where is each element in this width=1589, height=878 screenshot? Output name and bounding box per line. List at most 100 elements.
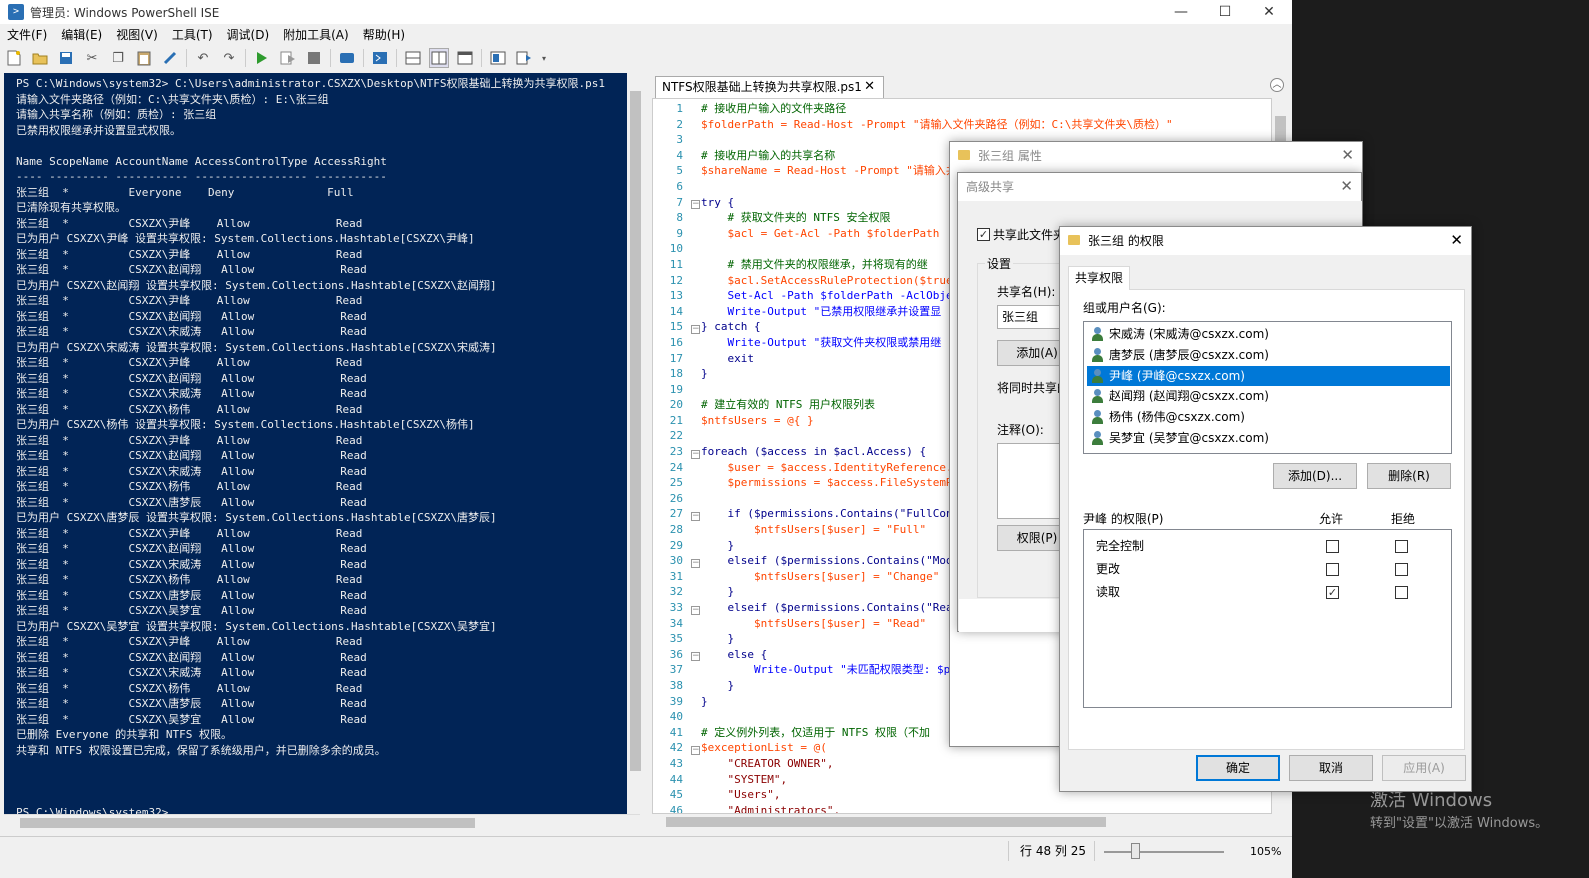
cut-icon[interactable]: ✂ (82, 48, 102, 68)
console-line: 张三组 * CSXZX\杨伟 Allow Read (16, 480, 363, 493)
fold-marker-icon[interactable]: − (691, 200, 700, 209)
line-number: 35 (669, 632, 683, 646)
user-list-item[interactable]: 尹峰 (尹峰@csxzx.com) (1087, 365, 1450, 386)
menu-edit[interactable]: 编辑(E) (54, 26, 109, 44)
maximize-button[interactable]: ☐ (1202, 0, 1248, 24)
copy-icon[interactable]: ❐ (108, 48, 128, 68)
tab-share-permissions[interactable]: 共享权限 (1068, 266, 1130, 290)
user-icon (1091, 410, 1104, 425)
show-commands-icon[interactable] (514, 48, 534, 68)
zoom-slider-track[interactable] (1104, 851, 1224, 853)
menu-addons[interactable]: 附加工具(A) (276, 26, 356, 44)
remove-user-button[interactable]: 删除(R) (1367, 463, 1451, 489)
remote-powershell-icon[interactable] (337, 48, 357, 68)
fold-marker-icon[interactable]: − (691, 450, 700, 459)
console-line: Name ScopeName AccountName AccessControl… (16, 154, 387, 168)
fold-marker-icon[interactable]: − (691, 652, 700, 661)
scrollbar-thumb[interactable] (20, 818, 475, 828)
open-folder-icon[interactable] (30, 48, 50, 68)
stop-icon[interactable] (304, 48, 324, 68)
start-powershell-icon[interactable] (370, 48, 390, 68)
allow-checkbox[interactable] (1326, 540, 1339, 553)
toolbar-separator (396, 49, 397, 67)
run-selection-icon[interactable] (278, 48, 298, 68)
line-number: 46 (669, 803, 683, 814)
deny-checkbox[interactable] (1395, 586, 1408, 599)
new-file-icon[interactable] (4, 48, 24, 68)
scrollbar-thumb[interactable] (666, 817, 1106, 827)
close-icon[interactable]: ✕ (1450, 231, 1463, 249)
user-list-item[interactable]: 赵闻翔 (赵闻翔@csxzx.com) (1087, 386, 1450, 406)
layout-right-icon[interactable] (429, 48, 449, 68)
line-number: 37 (669, 663, 683, 677)
console-line: 已为用户 CSXZX\赵闻翔 设置共享权限: System.Collection… (16, 278, 497, 292)
user-list-item[interactable]: 杨伟 (杨伟@csxzx.com) (1087, 407, 1450, 427)
menu-help[interactable]: 帮助(H) (356, 26, 412, 44)
editor-horizontal-scrollbar[interactable] (652, 814, 1272, 830)
scrollbar-thumb[interactable] (1275, 116, 1286, 144)
console-pane[interactable]: PS C:\Windows\system32> C:\Users\adminis… (4, 73, 627, 814)
script-tab[interactable]: NTFS权限基础上转换为共享权限.ps1 ✕ (655, 76, 884, 98)
close-icon[interactable]: ✕ (1340, 177, 1353, 195)
close-icon[interactable]: ✕ (1341, 146, 1354, 164)
allow-checkbox[interactable] (1326, 563, 1339, 576)
save-icon[interactable] (56, 48, 76, 68)
console-line: 张三组 * CSXZX\杨伟 Allow Read (16, 402, 363, 416)
fold-marker-icon[interactable]: − (691, 746, 700, 755)
permissions-panel: 组或用户名(G): 宋威涛 (宋威涛@csxzx.com) 唐梦辰 (唐梦辰@cs… (1068, 289, 1465, 750)
console-horizontal-scrollbar[interactable] (4, 814, 640, 830)
user-list-item[interactable]: 吴梦宜 (吴梦宜@csxzx.com) (1087, 428, 1450, 448)
add-user-button[interactable]: 添加(D)... (1273, 463, 1357, 489)
menu-view[interactable]: 视图(V) (109, 26, 165, 44)
collapse-script-pane-icon[interactable]: ︿ (1270, 78, 1284, 92)
line-number: 42 (669, 741, 683, 755)
line-number: 30 (669, 554, 683, 568)
share-name-label: 共享名(H): (997, 285, 1056, 299)
apply-button[interactable]: 应用(A) (1382, 755, 1466, 781)
menu-debug[interactable]: 调试(D) (220, 26, 277, 44)
console-line: 张三组 * CSXZX\唐梦辰 Allow Read (16, 697, 367, 710)
fold-marker-icon[interactable]: − (691, 512, 700, 521)
user-list[interactable]: 宋威涛 (宋威涛@csxzx.com) 唐梦辰 (唐梦辰@csxzx.com) 尹峰… (1083, 321, 1452, 454)
deny-checkbox[interactable] (1395, 540, 1408, 553)
fold-marker-icon[interactable]: − (691, 606, 700, 615)
window-title: 管理员: Windows PowerShell ISE (30, 5, 220, 20)
line-number: 24 (669, 460, 683, 474)
toolbar-separator (481, 49, 482, 67)
permission-row: 更改 (1096, 559, 1436, 579)
close-button[interactable]: ✕ (1246, 0, 1292, 24)
toolbar-overflow-icon[interactable]: ▾ (540, 48, 548, 68)
allow-checkbox[interactable]: ✓ (1326, 586, 1339, 599)
toolbar-separator (245, 49, 246, 67)
menu-tools[interactable]: 工具(T) (165, 26, 220, 44)
close-tab-icon[interactable]: ✕ (864, 77, 875, 97)
clear-icon[interactable] (160, 48, 180, 68)
redo-icon[interactable]: ↷ (219, 48, 239, 68)
share-folder-checkbox[interactable]: ✓ (977, 228, 990, 241)
cancel-button[interactable]: 取消 (1289, 755, 1373, 781)
layout-max-icon[interactable] (455, 48, 475, 68)
layout-top-icon[interactable] (403, 48, 423, 68)
user-list-item[interactable]: 唐梦辰 (唐梦辰@csxzx.com) (1087, 345, 1450, 365)
undo-icon[interactable]: ↶ (193, 48, 213, 68)
fold-marker-icon[interactable]: − (691, 325, 700, 334)
user-list-item[interactable]: 宋威涛 (宋威涛@csxzx.com) (1087, 324, 1450, 344)
console-vertical-scrollbar[interactable] (627, 73, 644, 814)
line-number: 34 (669, 616, 683, 630)
zoom-slider-thumb[interactable] (1131, 843, 1140, 859)
show-script-pane-icon[interactable] (488, 48, 508, 68)
menu-file[interactable]: 文件(F) (0, 26, 54, 44)
share-folder-label: 共享此文件夹 (993, 228, 1066, 242)
script-tab-label: NTFS权限基础上转换为共享权限.ps1 (662, 80, 862, 94)
line-number: 16 (669, 335, 683, 349)
ok-button[interactable]: 确定 (1196, 755, 1280, 781)
scrollbar-thumb[interactable] (630, 91, 641, 771)
run-script-icon[interactable] (252, 48, 272, 68)
cursor-position: 行 48 列 25 (1020, 844, 1086, 858)
fold-marker-icon[interactable]: − (691, 559, 700, 568)
line-number: 31 (669, 569, 683, 583)
deny-checkbox[interactable] (1395, 563, 1408, 576)
paste-icon[interactable] (134, 48, 154, 68)
minimize-button[interactable]: — (1158, 0, 1204, 24)
